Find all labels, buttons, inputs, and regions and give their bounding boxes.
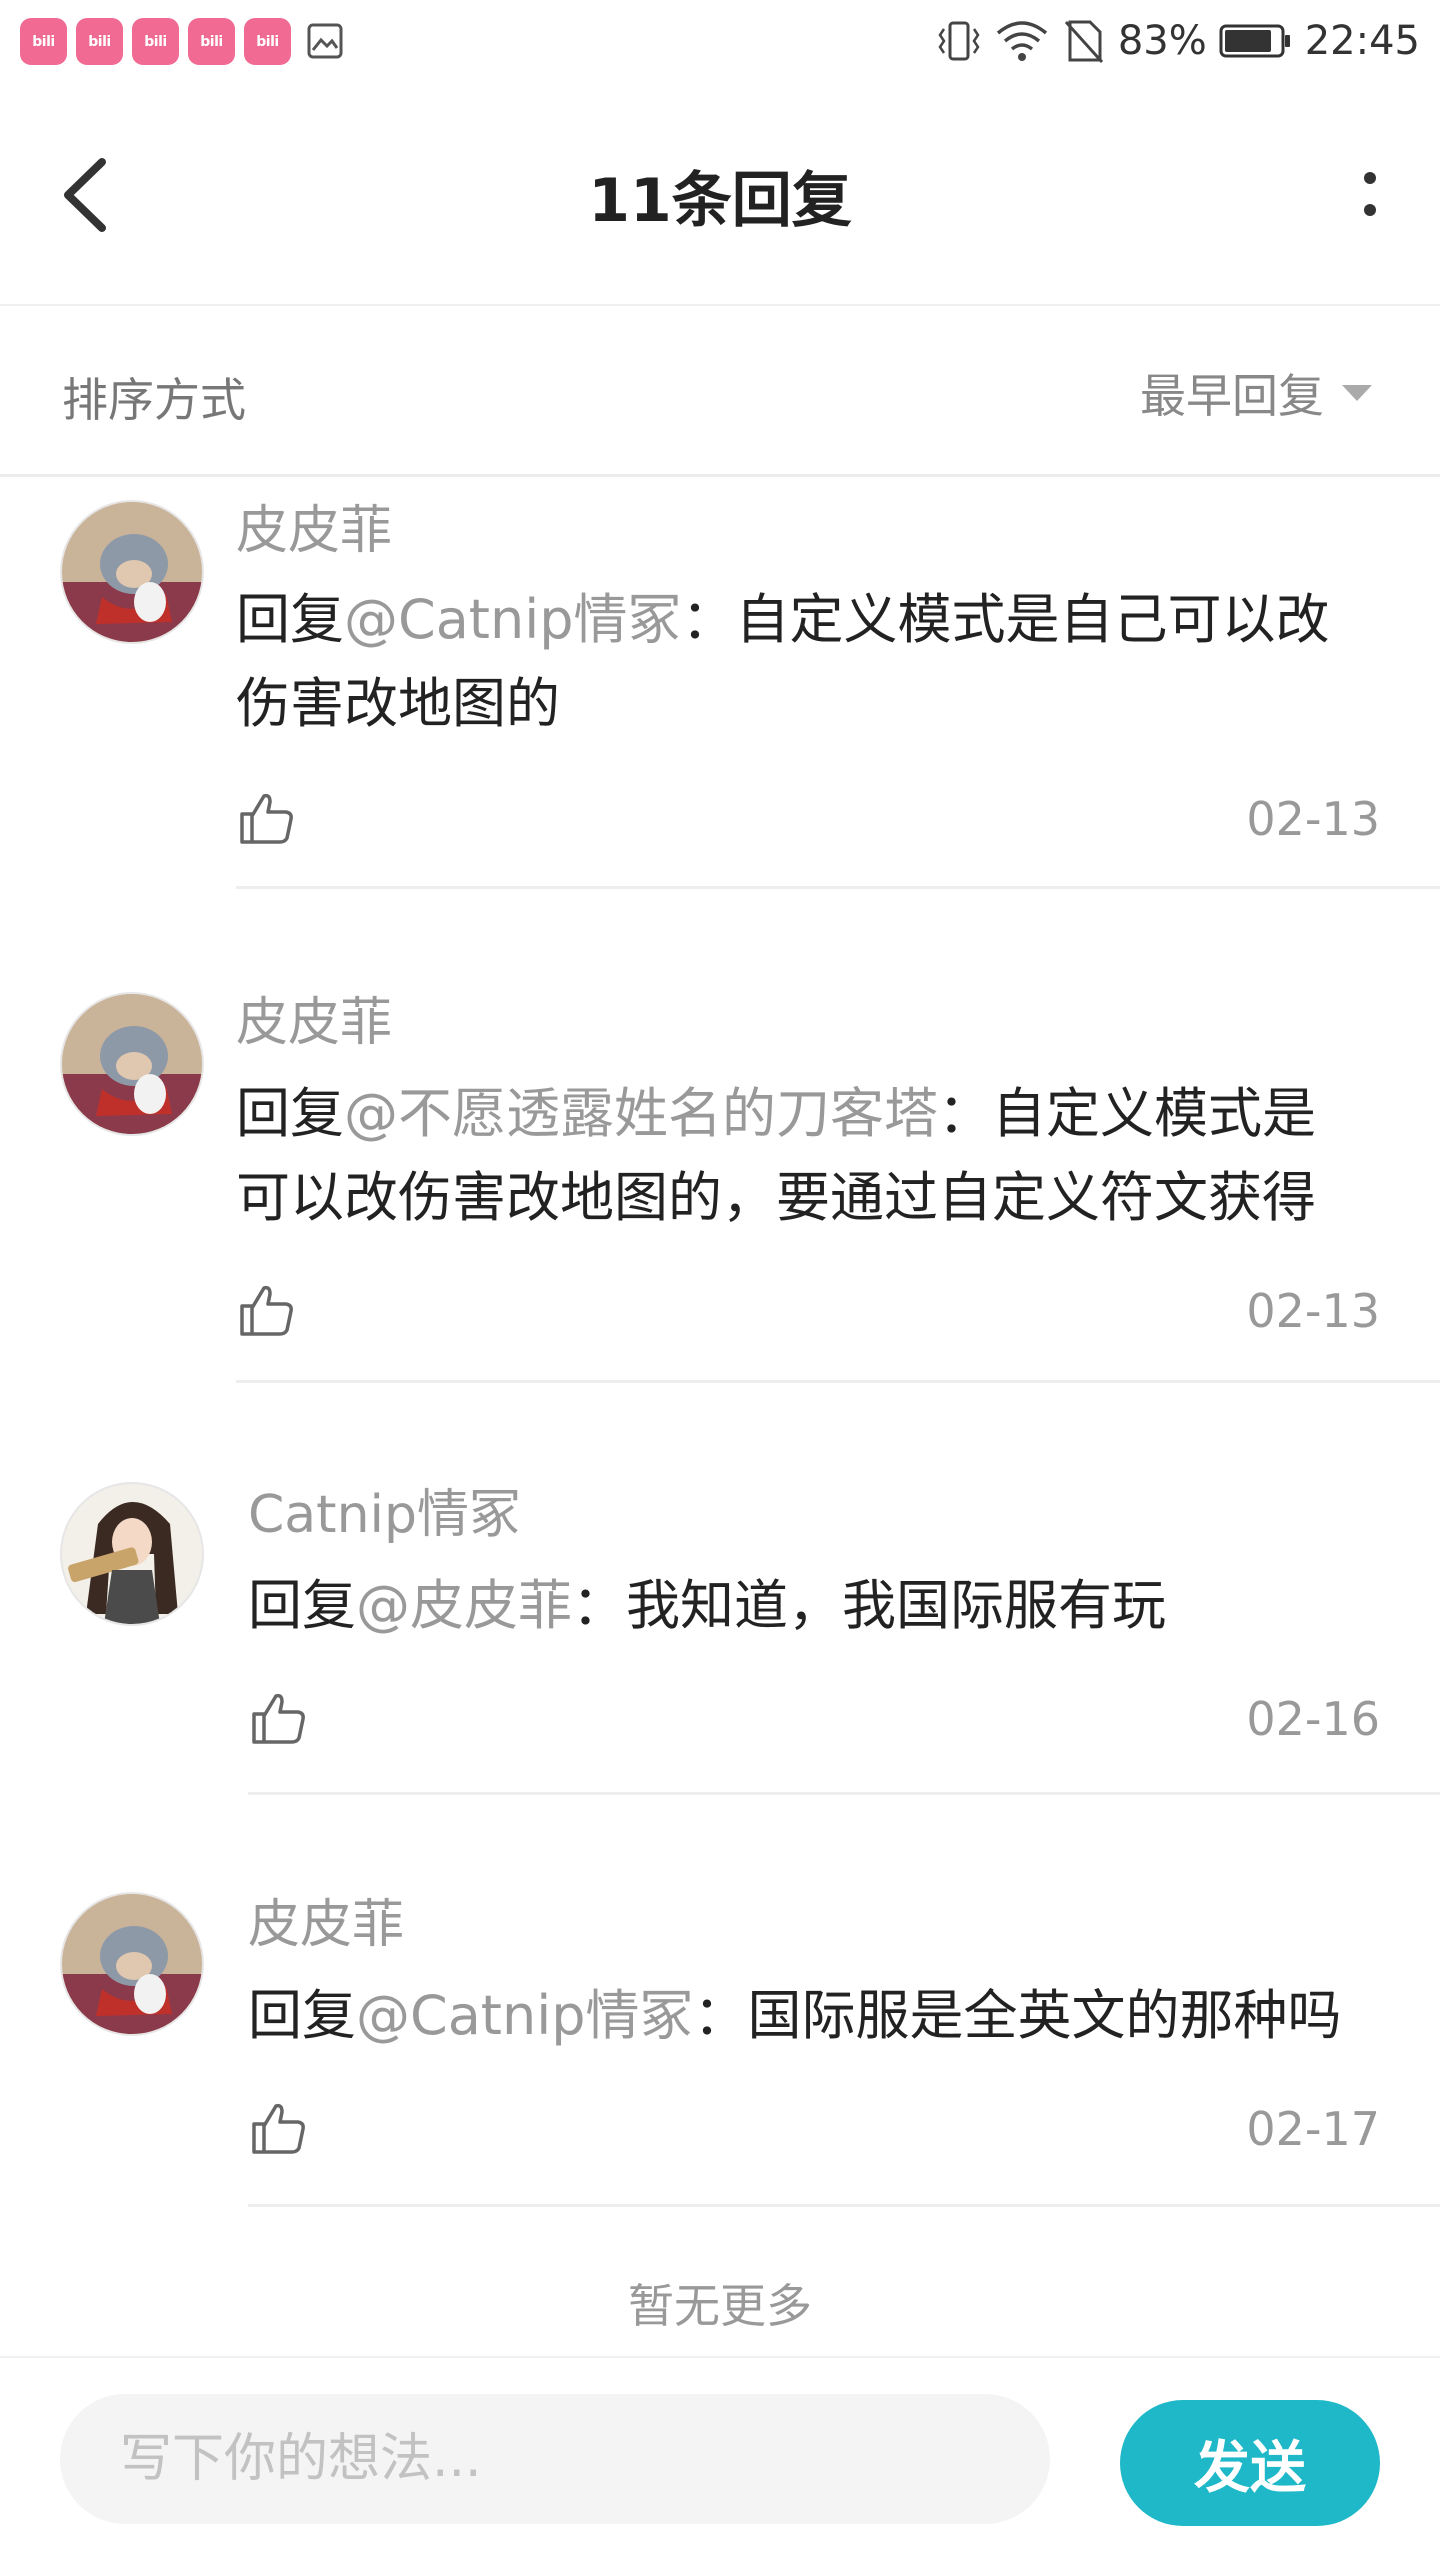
comment-composer: 发送 xyxy=(0,2356,1440,2562)
caret-down-icon xyxy=(1342,385,1372,401)
bilibili-app-icon: bili xyxy=(132,18,179,65)
divider xyxy=(248,2204,1440,2207)
mention-link[interactable]: @皮皮菲 xyxy=(356,1574,572,1637)
bilibili-app-icon: bili xyxy=(188,18,235,65)
bilibili-app-icon: bili xyxy=(20,18,67,65)
bilibili-app-icon: bili xyxy=(244,18,291,65)
thumbs-up-icon[interactable] xyxy=(248,1688,308,1748)
divider xyxy=(236,1380,1440,1383)
no-sim-icon xyxy=(1064,20,1103,64)
reply-item: 皮皮菲 回复@Catnip情冢：自定义模式是自己可以改伤害改地图的 02-13 xyxy=(0,478,1440,890)
reply-content: 回复@Catnip情冢：自定义模式是自己可以改伤害改地图的 xyxy=(236,578,1366,746)
send-button[interactable]: 发送 xyxy=(1120,2400,1380,2526)
divider xyxy=(236,886,1440,889)
bilibili-app-icon: bili xyxy=(76,18,123,65)
reply-item: 皮皮菲 回复@不愿透露姓名的刀客塔：自定义模式是可以改伤害改地图的，要通过自定义… xyxy=(0,970,1440,1383)
sort-dropdown[interactable]: 最早回复 xyxy=(1140,360,1374,426)
mention-link[interactable]: @不愿透露姓名的刀客塔 xyxy=(344,1082,938,1145)
reply-date: 02-16 xyxy=(1246,1692,1380,1746)
reply-date: 02-17 xyxy=(1246,2102,1380,2156)
avatar[interactable] xyxy=(60,1482,204,1626)
notification-icons: bili bili bili bili bili xyxy=(20,18,344,65)
divider xyxy=(248,1792,1440,1795)
no-more-text: 暂无更多 xyxy=(628,2279,812,2333)
reply-prefix: 回复 xyxy=(248,1984,356,2047)
reply-content: 回复@Catnip情冢：国际服是全英文的那种吗 xyxy=(248,1974,1378,2058)
reply-username[interactable]: 皮皮菲 xyxy=(236,488,392,563)
comment-input[interactable] xyxy=(60,2394,1050,2524)
reply-date: 02-13 xyxy=(1246,792,1380,846)
cartoon-cat-avatar-image xyxy=(62,502,202,642)
thumbs-up-icon[interactable] xyxy=(248,2098,308,2158)
avatar[interactable] xyxy=(60,500,204,644)
sort-label: 排序方式 xyxy=(62,373,246,427)
sort-bar: 排序方式 最早回复 xyxy=(0,306,1440,477)
reply-text: ：国际服是全英文的那种吗 xyxy=(693,1984,1342,2047)
sort-selected-value: 最早回复 xyxy=(1140,369,1324,423)
reply-username[interactable]: 皮皮菲 xyxy=(248,1882,404,1957)
reply-content: 回复@皮皮菲：我知道，我国际服有玩 xyxy=(248,1564,1378,1648)
reply-item: 皮皮菲 回复@Catnip情冢：国际服是全英文的那种吗 02-17 xyxy=(0,1870,1440,2210)
thumbs-up-icon[interactable] xyxy=(236,1280,296,1340)
system-status: 83% 22:45 xyxy=(936,16,1420,66)
gallery-icon xyxy=(307,23,343,59)
vibrate-icon xyxy=(938,21,980,61)
app-header: 11条回复 xyxy=(0,80,1440,306)
mention-link[interactable]: @Catnip情冢 xyxy=(356,1984,693,2047)
reply-username[interactable]: Catnip情冢 xyxy=(248,1472,521,1547)
reply-username[interactable]: 皮皮菲 xyxy=(236,980,392,1055)
reply-item: Catnip情冢 回复@皮皮菲：我知道，我国际服有玩 02-16 xyxy=(0,1460,1440,1800)
reply-text: ：我知道，我国际服有玩 xyxy=(572,1574,1166,1637)
reply-date: 02-13 xyxy=(1246,1284,1380,1338)
cartoon-cat-avatar-image xyxy=(62,1894,202,2034)
battery-percentage: 83% xyxy=(1117,18,1207,64)
wifi-icon xyxy=(996,21,1047,61)
mention-link[interactable]: @Catnip情冢 xyxy=(344,588,681,651)
status-bar: bili bili bili bili bili 83% 22:45 xyxy=(0,0,1440,80)
clock: 22:45 xyxy=(1304,18,1420,64)
reply-prefix: 回复 xyxy=(236,1082,344,1145)
avatar[interactable] xyxy=(60,1892,204,2036)
cartoon-cat-avatar-image xyxy=(62,994,202,1134)
page-title: 11条回复 xyxy=(588,166,852,236)
thumbs-up-icon[interactable] xyxy=(236,788,296,848)
anime-girl-avatar-image xyxy=(62,1484,202,1624)
battery-icon xyxy=(1219,24,1290,58)
reply-prefix: 回复 xyxy=(236,588,344,651)
avatar[interactable] xyxy=(60,992,204,1136)
reply-content: 回复@不愿透露姓名的刀客塔：自定义模式是可以改伤害改地图的，要通过自定义符文获得 xyxy=(236,1072,1366,1240)
reply-prefix: 回复 xyxy=(248,1574,356,1637)
more-options-icon[interactable] xyxy=(1340,160,1400,230)
